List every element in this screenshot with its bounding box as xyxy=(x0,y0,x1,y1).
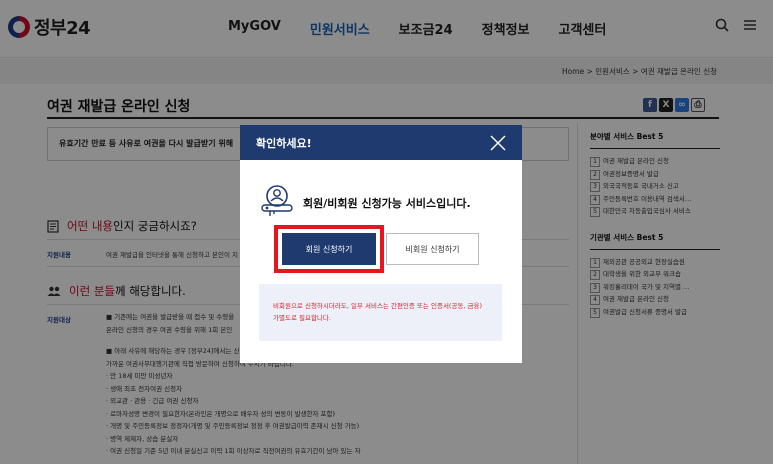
modal-title: 확인하세요! xyxy=(256,137,312,150)
confirm-modal: 확인하세요! 회원/비회원 신청가능 서비스입니다. 회원 신청하기 비회원 신… xyxy=(240,125,522,363)
guest-apply-button[interactable]: 비회원 신청하기 xyxy=(386,233,479,265)
modal-message: 회원/비회원 신청가능 서비스입니다. xyxy=(303,197,471,210)
member-apply-button[interactable]: 회원 신청하기 xyxy=(282,233,376,265)
user-key-icon xyxy=(261,185,293,216)
close-icon[interactable] xyxy=(490,131,506,156)
modal-notice: 비회원으로 신청하시더라도, 일부 서비스는 간편인증 또는 인증서(공동, 금… xyxy=(259,284,502,341)
modal-header: 확인하세요! xyxy=(240,125,522,160)
